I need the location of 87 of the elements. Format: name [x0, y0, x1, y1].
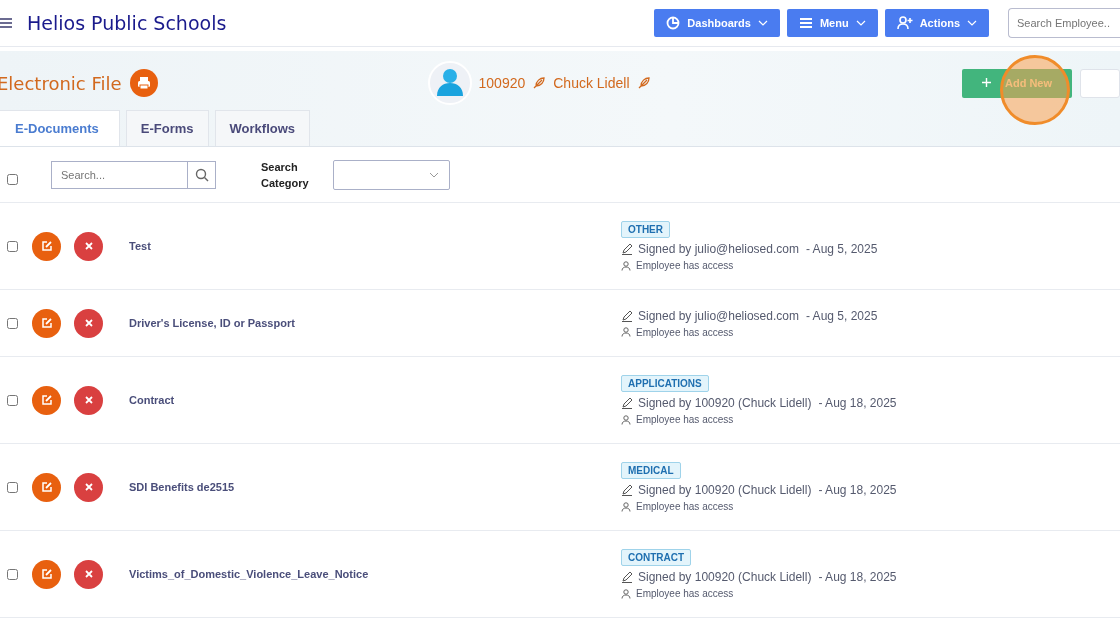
- delete-button[interactable]: [74, 308, 103, 338]
- chevron-down-icon: [855, 20, 866, 26]
- row-checkbox[interactable]: [7, 568, 18, 580]
- nav-dropdown-button[interactable]: Dashboards: [654, 9, 780, 37]
- row-checkbox[interactable]: [7, 317, 18, 329]
- add-user-icon: [896, 16, 913, 30]
- access-text: Employee has access: [636, 501, 734, 512]
- search-icon: [194, 167, 209, 182]
- employee-search-field[interactable]: Search Employee..: [1008, 8, 1120, 38]
- signed-date: - Aug 5, 2025: [805, 308, 878, 323]
- pencil-icon: [621, 243, 633, 255]
- delete-button[interactable]: [74, 472, 103, 502]
- close-icon: [83, 395, 94, 405]
- edit-icon: [40, 481, 53, 493]
- person-icon: [621, 327, 631, 337]
- document-search-field[interactable]: Search...: [51, 160, 188, 189]
- signed-date: - Aug 18, 2025: [818, 570, 897, 584]
- signed-by-text: Signed by 100920 (Chuck Lidell): [638, 483, 812, 497]
- edit-icon: [40, 240, 53, 252]
- close-icon: [83, 318, 94, 328]
- close-icon: [83, 241, 94, 251]
- signed-date: - Aug 18, 2025: [818, 483, 897, 497]
- search-button[interactable]: [188, 160, 216, 189]
- row-checkbox[interactable]: [7, 240, 18, 252]
- signed-by-text: Signed by julio@heliosed.com: [638, 242, 799, 256]
- close-icon: [83, 482, 94, 492]
- edit-button[interactable]: [32, 231, 61, 261]
- row-checkbox[interactable]: [7, 481, 18, 493]
- print-icon[interactable]: [129, 69, 158, 97]
- person-icon: [621, 588, 631, 599]
- signed-date: - Aug 5, 2025: [805, 242, 878, 256]
- document-name[interactable]: SDI Benefits de2515: [129, 481, 621, 493]
- category-tag: APPLICATIONS: [621, 375, 709, 392]
- menu-icon[interactable]: [0, 17, 12, 29]
- chevron-down-icon: [967, 20, 977, 26]
- feather-icon[interactable]: [636, 76, 651, 90]
- pie-chart-icon: [666, 16, 681, 30]
- access-text: Employee has access: [636, 326, 734, 338]
- avatar-icon: [427, 61, 472, 105]
- edit-icon: [40, 317, 53, 329]
- tab[interactable]: E-Documents: [0, 110, 120, 146]
- edit-button[interactable]: [32, 385, 61, 415]
- signed-by-text: Signed by 100920 (Chuck Lidell): [638, 396, 812, 410]
- tab[interactable]: Workflows: [214, 110, 311, 146]
- edit-icon: [40, 568, 53, 580]
- person-icon: [621, 501, 631, 512]
- signed-by-text: Signed by julio@heliosed.com: [638, 308, 799, 323]
- person-icon: [621, 414, 631, 425]
- tab[interactable]: E-Forms: [125, 110, 209, 146]
- category-label: Search Category: [261, 159, 310, 191]
- category-tag: CONTRACT: [621, 549, 692, 566]
- delete-button[interactable]: [74, 559, 103, 589]
- select-all-checkbox[interactable]: [7, 174, 18, 185]
- close-icon: [83, 569, 94, 579]
- access-text: Employee has access: [636, 414, 734, 425]
- category-tag: MEDICAL: [621, 462, 681, 479]
- menu-icon: [798, 16, 813, 30]
- edit-button[interactable]: [32, 472, 61, 502]
- document-name[interactable]: Contract: [129, 394, 621, 406]
- chevron-down-icon: [429, 171, 439, 178]
- delete-button[interactable]: [74, 385, 103, 415]
- signed-date: - Aug 18, 2025: [818, 396, 897, 410]
- pencil-icon: [621, 571, 633, 583]
- document-name[interactable]: Victims_of_Domestic_Violence_Leave_Notice: [129, 568, 621, 580]
- nav-dropdown-button[interactable]: Menu: [786, 9, 878, 37]
- pencil-icon: [621, 309, 633, 322]
- access-text: Employee has access: [636, 260, 734, 271]
- app-title: Helios Public Schools: [27, 12, 227, 34]
- document-name[interactable]: Driver's License, ID or Passport: [129, 317, 621, 329]
- delete-button[interactable]: [74, 231, 103, 261]
- edit-button[interactable]: [32, 559, 61, 589]
- edit-icon: [40, 394, 53, 406]
- employee-name: Chuck Lidell: [553, 75, 630, 91]
- nav-dropdown-button[interactable]: Actions: [884, 9, 989, 37]
- person-icon: [621, 260, 631, 271]
- employee-id: 100920: [478, 75, 526, 91]
- access-text: Employee has access: [636, 588, 734, 599]
- plus-icon: [981, 78, 991, 87]
- feather-icon[interactable]: [532, 76, 547, 90]
- category-tag: OTHER: [621, 221, 670, 238]
- row-checkbox[interactable]: [7, 394, 18, 406]
- signed-by-text: Signed by 100920 (Chuck Lidell): [638, 570, 812, 584]
- pencil-icon: [621, 397, 633, 409]
- document-name[interactable]: Test: [129, 240, 621, 252]
- pencil-icon: [621, 484, 633, 496]
- edit-button[interactable]: [32, 308, 61, 338]
- chevron-down-icon: [757, 20, 768, 26]
